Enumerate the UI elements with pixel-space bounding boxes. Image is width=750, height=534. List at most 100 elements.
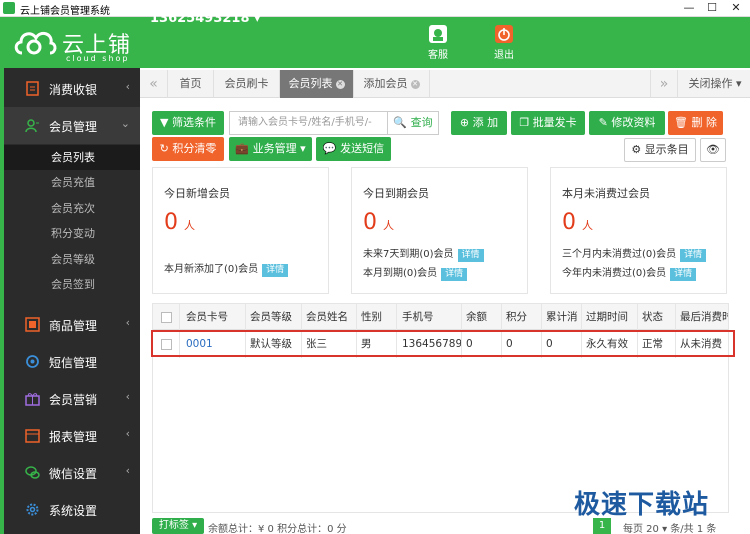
sidebar-item-label: 系统设置 [49,504,98,518]
sidebar-item-sms[interactable]: 短信管理 [4,343,140,380]
close-tab-icon[interactable]: ✕ [335,79,345,89]
users-icon [25,119,39,133]
chevron-left-icon: ‹ [125,390,130,403]
service-label: 客服 [428,50,448,61]
close-window-button[interactable]: ✕ [724,0,748,16]
chevron-left-icon: ‹ [125,80,130,93]
table-header: 会员卡号 会员等级 会员姓名 性别 手机号 余额 积分 累计消 过期时间 状态 … [153,304,728,330]
sidebar-item-label: 会员管理 [49,120,98,134]
sidebar-item-wechat[interactable]: 微信设置 ‹ [4,454,140,491]
stat-line: 本月到期(0)会员 详情 [363,264,468,281]
sidebar-item-label: 报表管理 [49,430,98,444]
col-header[interactable]: 手机号 [402,304,434,330]
search-button[interactable]: 🔍 查询 [387,111,439,135]
service-button[interactable]: 客服 [418,25,458,61]
tab-scroll-right[interactable]: » [650,70,678,98]
eye-icon[interactable]: 👁 [700,138,726,162]
sidebar-item-system[interactable]: 系统设置 [4,491,140,528]
col-header[interactable]: 累计消 [546,304,578,330]
stat-line: 今年内未消费过(0)会员 详情 [562,264,697,281]
tab-label: 添加会员 [363,77,408,90]
detail-button[interactable]: 详情 [680,249,707,262]
window-titlebar: 云上铺会员管理系统 — ☐ ✕ [0,0,750,17]
stat-line: 本月新添加了(0)会员 详情 [164,260,289,277]
business-dropdown[interactable]: 💼 业务管理 ▾ [229,137,312,161]
page-size-info[interactable]: 每页 20 ▾ 条/共 1 条 [623,520,716,534]
close-tab-icon[interactable]: ✕ [410,79,420,89]
calendar-icon [25,429,40,443]
sidebar-sub-levels[interactable]: 会员等级 [4,247,140,272]
sidebar-item-label: 会员营销 [49,393,98,407]
tab-add-member[interactable]: 添加会员 ✕ [354,70,430,98]
send-sms-button[interactable]: 💬 发送短信 [316,137,391,161]
sidebar-sub-points[interactable]: 积分变动 [4,221,140,246]
detail-button[interactable]: 详情 [457,249,484,262]
sidebar-item-label: 消费收银 [49,83,98,97]
sidebar-item-products[interactable]: 商品管理 ‹ [4,306,140,343]
app-header: 云上铺 cloud shop 13625493218 ▾ 客服 退出 [0,11,750,68]
stat-title: 今日到期会员 [363,187,429,200]
sidebar-item-marketing[interactable]: 会员营销 ‹ [4,380,140,417]
display-columns-button[interactable]: ⚙ 显示条目 [624,138,696,162]
sidebar-sub-recharge[interactable]: 会员充值 [4,170,140,195]
stat-card-new-today: 今日新增会员 0人 本月新添加了(0)会员 详情 [152,167,329,294]
stat-count: 0人 [562,210,593,235]
edit-profile-button[interactable]: ✎ 修改资料 [589,111,665,135]
add-button[interactable]: ⊕ 添 加 [451,111,507,135]
tab-scroll-left[interactable]: « [140,70,168,98]
col-header[interactable]: 会员卡号 [186,304,228,330]
tab-card-swipe[interactable]: 会员刷卡 [214,70,280,98]
stat-card-inactive-month: 本月未消费过会员 0人 三个月内未消费过(0)会员 详情 今年内未消费过(0)会员… [550,167,727,294]
filter-button[interactable]: ▼ 筛选条件 [152,111,224,135]
tab-home[interactable]: 首页 [168,70,214,98]
detail-button[interactable]: 详情 [670,268,697,281]
watermark-text: 极速下载站 [574,490,710,520]
detail-button[interactable]: 详情 [441,268,468,281]
batch-card-button[interactable]: ❐ 批量发卡 [511,111,585,135]
stat-title: 今日新增会员 [164,187,230,200]
window-title: 云上铺会员管理系统 [20,6,110,17]
exit-button[interactable]: 退出 [484,25,524,61]
col-header[interactable]: 最后消费时 [680,304,728,330]
app-icon [3,2,15,14]
sidebar-item-reports[interactable]: 报表管理 ‹ [4,417,140,454]
chevron-left-icon: ‹ [125,464,130,477]
stat-line: 三个月内未消费过(0)会员 详情 [562,245,707,262]
tab-label: 会员列表 [288,77,333,90]
stat-card-expire-today: 今日到期会员 0人 未来7天到期(0)会员 详情 本月到期(0)会员 详情 [351,167,528,294]
col-header[interactable]: 状态 [642,304,663,330]
detail-button[interactable]: 详情 [262,264,289,277]
close-operations-dropdown[interactable]: 关闭操作 ▾ [680,70,750,98]
col-header[interactable]: 会员姓名 [306,304,348,330]
power-icon [495,25,513,43]
delete-button[interactable]: 🗑 删 除 [668,111,723,135]
sidebar-sub-checkin[interactable]: 会员签到 [4,272,140,297]
row-highlight-box [151,330,735,357]
gift-icon [25,393,40,406]
sidebar-item-label: 商品管理 [49,319,98,333]
account-phone-dropdown[interactable]: 13625493218 ▾ [150,11,261,26]
stat-count: 0人 [363,210,394,235]
sidebar-sub-member-list[interactable]: 会员列表 [4,145,140,170]
col-header[interactable]: 余额 [466,304,487,330]
tab-bar: « 首页 会员刷卡 会员列表 ✕ 添加会员 ✕ » 关闭操作 ▾ [140,70,750,98]
totals-summary: 余额总计：¥ 0 积分总计：0 分 [208,524,347,534]
search-input[interactable]: 请输入会员卡号/姓名/手机号/- [229,111,387,135]
maximize-button[interactable]: ☐ [700,0,724,16]
col-header[interactable]: 积分 [506,304,527,330]
clear-points-button[interactable]: ↻ 积分清零 [152,137,224,161]
stat-count: 0人 [164,210,195,235]
col-header[interactable]: 会员等级 [250,304,292,330]
col-header[interactable]: 过期时间 [586,304,628,330]
chevron-down-icon: ⌄ [120,117,130,130]
stat-line: 未来7天到期(0)会员 详情 [363,245,484,262]
sidebar-item-members[interactable]: 会员管理 ⌄ [4,107,140,144]
sidebar-sub-recharge-times[interactable]: 会员充次 [4,196,140,221]
sidebar-item-checkout[interactable]: 消费收银 ‹ [4,70,140,107]
select-all-checkbox[interactable] [161,312,172,323]
tab-member-list[interactable]: 会员列表 ✕ [280,70,354,98]
tag-button[interactable]: 打标签 ▾ [152,518,204,534]
grid-icon [25,317,40,332]
col-header[interactable]: 性别 [361,304,382,330]
minimize-button[interactable]: — [677,0,701,16]
